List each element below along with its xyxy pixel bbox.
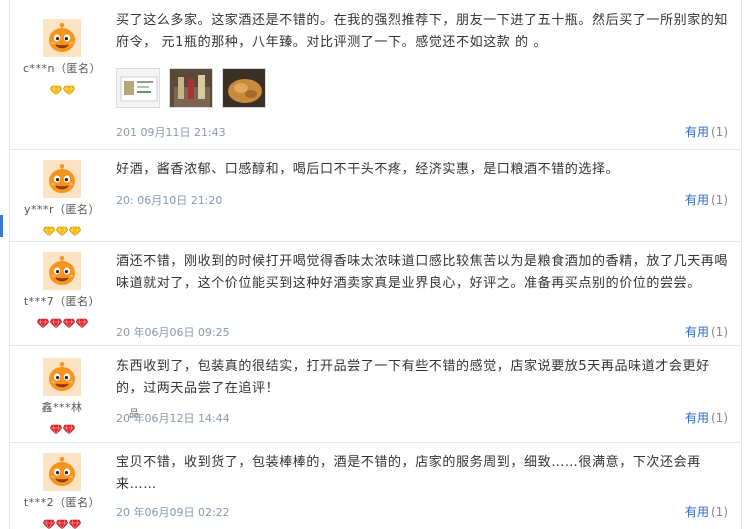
review-text: 酒还不错，刚收到的时候打开喝觉得香味太浓味道口感比较焦苦以为是粮食酒加的香精，放… <box>116 254 729 291</box>
red-diamond-icon <box>36 313 49 329</box>
helpful-count: (1) <box>711 193 728 207</box>
rank-badge <box>19 313 105 329</box>
mascot-avatar-icon <box>43 160 81 198</box>
avatar[interactable] <box>43 160 81 198</box>
helpful-label[interactable]: 有用 <box>685 125 709 139</box>
reviewer-info: y***r（匿名） <box>19 160 105 237</box>
review-date: 20 年06月06日 09:25 <box>116 326 230 339</box>
review-photos <box>116 68 266 108</box>
avatar[interactable] <box>43 358 81 396</box>
review-photo-thumbnail[interactable] <box>116 68 160 108</box>
review-text: 东西收到了，包装真的很结实，打开品尝了一下有些不错的感觉，店家说要放5天再品味道… <box>116 359 710 396</box>
review-text: 宝贝不错，收到货了，包装棒棒的，酒是不错的，店家的服务周到，细致……很满意，下次… <box>116 455 701 492</box>
helpful-button[interactable]: 有用 (1) <box>685 123 728 140</box>
helpful-button[interactable]: 有用 (1) <box>685 503 728 520</box>
mascot-avatar-icon <box>43 358 81 396</box>
red-diamond-icon <box>62 313 75 329</box>
reviewer-info: t***2（匿名） <box>19 453 105 529</box>
review-date: 20: 06月10日 21:20 <box>116 194 223 207</box>
rank-badge <box>19 221 105 237</box>
review-date: 20 年06月09日 02:22 <box>116 506 230 519</box>
review-text: 好酒，酱香浓郁、口感醇和，喝后口不干头不疼，经济实惠，是口粮酒不错的选择。 <box>116 162 620 177</box>
helpful-button[interactable]: 有用 (1) <box>685 409 728 426</box>
mascot-avatar-icon <box>43 252 81 290</box>
red-diamond-icon <box>62 419 75 435</box>
gold-diamond-icon <box>55 221 69 237</box>
reviewer-info: 鑫***林 <box>19 358 105 435</box>
scroll-marker <box>0 215 3 237</box>
reviewer-name: t***7（匿名） <box>23 295 101 308</box>
review-date: 201 09月11日 21:43 <box>116 126 226 139</box>
rank-badge <box>19 80 105 96</box>
review-item: t***7（匿名） 酒还不错，刚收到的时候打开喝觉得香味太浓味道口感比较焦苦以为… <box>9 242 742 346</box>
helpful-label[interactable]: 有用 <box>685 505 709 519</box>
rank-badge <box>19 514 105 529</box>
helpful-button[interactable]: 有用 (1) <box>685 191 728 208</box>
red-diamond-icon <box>49 313 62 329</box>
red-diamond-icon <box>42 514 56 529</box>
review-photo-thumbnail[interactable] <box>222 68 266 108</box>
helpful-count: (1) <box>711 325 728 339</box>
red-diamond-icon <box>49 419 62 435</box>
reviewer-name: t***2（匿名） <box>23 496 101 509</box>
reviewer-info: c***n（匿名） <box>19 19 105 96</box>
mascot-avatar-icon <box>43 19 81 57</box>
helpful-count: (1) <box>711 411 728 425</box>
avatar[interactable] <box>43 453 81 491</box>
review-item: t***2（匿名） 宝贝不错，收到货了，包装棒棒的，酒是不错的，店家的服务周到，… <box>9 443 742 529</box>
review-item: c***n（匿名） 买了这么多家。这家酒还是不错的。在我的强烈推荐下，朋友一下进… <box>9 0 742 150</box>
reviewer-name: 鑫***林 <box>41 401 83 414</box>
gold-diamond-icon <box>42 221 56 237</box>
mascot-avatar-icon <box>43 453 81 491</box>
red-diamond-icon <box>55 514 69 529</box>
review-text: 买了这么多家。这家酒还是不错的。在我的强烈推荐下，朋友一下进了五十瓶。然后买了一… <box>116 13 729 50</box>
review-photo-thumbnail[interactable] <box>169 68 213 108</box>
gold-diamond-icon <box>49 80 62 96</box>
helpful-button[interactable]: 有用 (1) <box>685 323 728 340</box>
review-item: y***r（匿名） 好酒，酱香浓郁、口感醇和，喝后口不干头不疼，经济实惠，是口粮… <box>9 150 742 242</box>
avatar[interactable] <box>43 19 81 57</box>
gold-diamond-icon <box>62 80 75 96</box>
red-diamond-icon <box>75 313 88 329</box>
helpful-label[interactable]: 有用 <box>685 193 709 207</box>
reviewer-info: t***7（匿名） <box>19 252 105 329</box>
review-date: 20 年06月12日 14:44 <box>116 412 230 425</box>
red-diamond-icon <box>68 514 82 529</box>
avatar[interactable] <box>43 252 81 290</box>
reviewer-name: y***r（匿名） <box>23 203 101 216</box>
helpful-count: (1) <box>711 505 728 519</box>
review-item: 鑫***林 东西收到了，包装真的很结实，打开品尝了一下有些不错的感觉，店家说要放… <box>9 346 742 443</box>
rank-badge <box>19 419 105 435</box>
gold-diamond-icon <box>68 221 82 237</box>
helpful-count: (1) <box>711 125 728 139</box>
helpful-label[interactable]: 有用 <box>685 411 709 425</box>
reviewer-name: c***n（匿名） <box>22 62 102 75</box>
helpful-label[interactable]: 有用 <box>685 325 709 339</box>
